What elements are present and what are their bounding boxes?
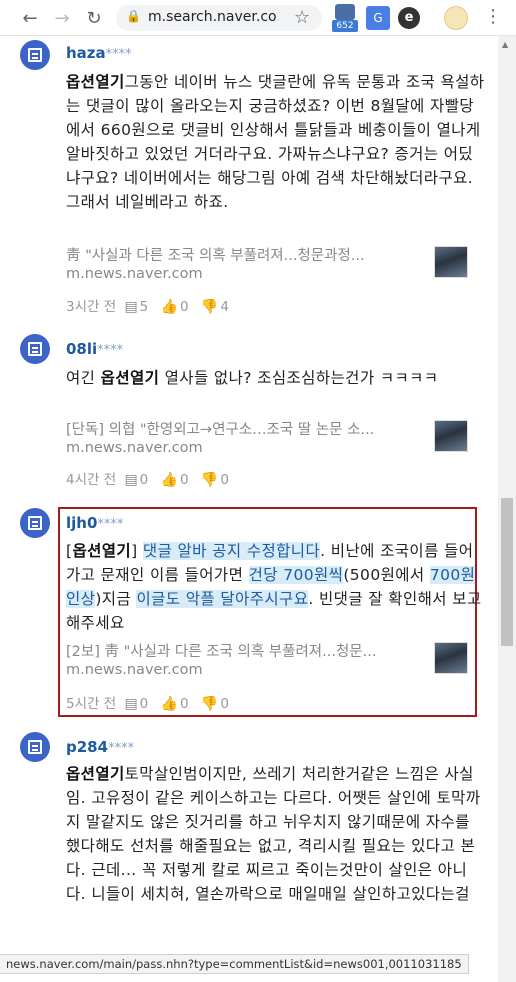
- document-icon: [28, 516, 42, 530]
- comment-body: 옵션열기토막살인범이지만, 쓰레기 처리한거같은 느낌은 사실임. 고유정이 같…: [66, 765, 481, 903]
- comment-meta: 5시간 전 ▤ 0 👍 0 👎 0: [66, 692, 237, 712]
- profile-avatar[interactable]: [444, 6, 468, 30]
- comment-nickname[interactable]: ljh0****: [66, 514, 123, 532]
- news-link-domain: m.news.naver.com: [66, 266, 203, 282]
- comment-nickname[interactable]: p284****: [66, 738, 134, 756]
- thumbs-up-icon: 👍: [160, 299, 178, 315]
- news-thumbnail[interactable]: [434, 246, 468, 278]
- news-link-title[interactable]: [2보] 靑 "사실과 다른 조국 의혹 부풀려져...청문...: [66, 640, 416, 661]
- news-link-title[interactable]: [단독] 의협 "한영외고→연구소…조국 딸 논문 소...: [66, 418, 416, 439]
- comment-avatar: [20, 334, 50, 364]
- news-link[interactable]: [단독] 의협 "한영외고→연구소…조국 딸 논문 소... m.news.na…: [66, 418, 486, 464]
- document-icon: [28, 48, 42, 62]
- dislike-button[interactable]: 👎 4: [201, 299, 233, 315]
- e-extension-icon[interactable]: e: [398, 7, 420, 29]
- lock-icon: 🔒: [126, 9, 141, 23]
- reply-button[interactable]: ▤ 0: [124, 696, 152, 712]
- comment-avatar: [20, 508, 50, 538]
- reply-button[interactable]: ▤ 5: [124, 299, 152, 315]
- comment-nickname[interactable]: 08li****: [66, 340, 123, 358]
- document-icon: [28, 342, 42, 356]
- news-link[interactable]: 靑 "사실과 다른 조국 의혹 부풀려져...청문과정... m.news.na…: [66, 244, 486, 290]
- comment-meta: 3시간 전 ▤ 5 👍 0 👎 4: [66, 295, 237, 315]
- news-link-title[interactable]: 靑 "사실과 다른 조국 의혹 부풀려져...청문과정...: [66, 244, 416, 265]
- reload-icon[interactable]: ↻: [82, 6, 106, 30]
- thumbs-down-icon: 👎: [200, 472, 219, 488]
- comment-time: 5시간 전: [66, 696, 117, 712]
- browser-menu-icon[interactable]: ⋮: [484, 6, 502, 30]
- comment-body: 옵션열기그동안 네이버 뉴스 댓글란에 유독 문통과 조국 욕설하는 댓글이 많…: [66, 73, 485, 211]
- news-link-domain: m.news.naver.com: [66, 440, 203, 456]
- comment-item: 08li**** 여긴 옵션열기 열사들 없나? 조심조심하는건가 ㅋㅋㅋㅋ […: [16, 334, 486, 494]
- comment-item: p284**** 옵션열기토막살인범이지만, 쓰레기 처리한거같은 느낌은 사실…: [16, 732, 486, 954]
- comment-time: 3시간 전: [66, 299, 117, 315]
- reply-button[interactable]: ▤ 0: [124, 472, 152, 488]
- comment-body: 여긴 옵션열기 열사들 없나? 조심조심하는건가 ㅋㅋㅋㅋ: [66, 369, 439, 387]
- comment-avatar: [20, 732, 50, 762]
- thumbs-down-icon: 👎: [200, 299, 219, 315]
- like-button[interactable]: 👍 0: [161, 696, 193, 712]
- dislike-button[interactable]: 👎 0: [201, 696, 233, 712]
- bookmark-star-icon[interactable]: ☆: [294, 7, 310, 28]
- extension-counter-icon[interactable]: 652: [332, 3, 358, 33]
- scroll-up-arrow-icon[interactable]: ▲: [502, 40, 508, 49]
- like-button[interactable]: 👍 0: [161, 472, 193, 488]
- extension-badge-count: 652: [332, 20, 358, 32]
- comment-body: [옵션열기] 댓글 알바 공지 수정합니다. 비난에 조국이름 들어가고 문재인…: [66, 542, 482, 632]
- reply-icon: ▤: [124, 299, 138, 315]
- address-bar[interactable]: 🔒 m.search.naver.co... ☆: [116, 5, 322, 31]
- dislike-button[interactable]: 👎 0: [201, 472, 233, 488]
- reply-icon: ▤: [124, 696, 138, 712]
- like-button[interactable]: 👍 0: [161, 299, 193, 315]
- comment-time: 4시간 전: [66, 472, 117, 488]
- news-link-domain: m.news.naver.com: [66, 662, 203, 678]
- document-icon: [28, 740, 42, 754]
- news-thumbnail[interactable]: [434, 420, 468, 452]
- status-bar-url: news.naver.com/main/pass.nhn?type=commen…: [0, 954, 469, 974]
- scrollbar-thumb[interactable]: [501, 498, 513, 646]
- url-text[interactable]: m.search.naver.co...: [148, 9, 278, 25]
- thumbs-up-icon: 👍: [160, 472, 178, 488]
- comment-avatar: [20, 40, 50, 70]
- comment-item: ljh0**** [옵션열기] 댓글 알바 공지 수정합니다. 비난에 조국이름…: [16, 508, 486, 712]
- news-link[interactable]: [2보] 靑 "사실과 다른 조국 의혹 부풀려져...청문... m.news…: [66, 640, 486, 686]
- news-thumbnail[interactable]: [434, 642, 468, 674]
- browser-toolbar: ← → ↻ 🔒 m.search.naver.co... ☆ 652 G e ⋮: [0, 0, 516, 36]
- comment-item: haza**** 옵션열기그동안 네이버 뉴스 댓글란에 유독 문통과 조국 욕…: [16, 40, 486, 320]
- thumbs-down-icon: 👎: [200, 696, 219, 712]
- translate-extension-icon[interactable]: G: [366, 6, 390, 30]
- comment-nickname[interactable]: haza****: [66, 44, 132, 62]
- thumbs-up-icon: 👍: [160, 696, 178, 712]
- back-icon[interactable]: ←: [18, 6, 42, 30]
- reply-icon: ▤: [124, 472, 138, 488]
- comment-meta: 4시간 전 ▤ 0 👍 0 👎 0: [66, 468, 237, 488]
- forward-icon[interactable]: →: [50, 6, 74, 30]
